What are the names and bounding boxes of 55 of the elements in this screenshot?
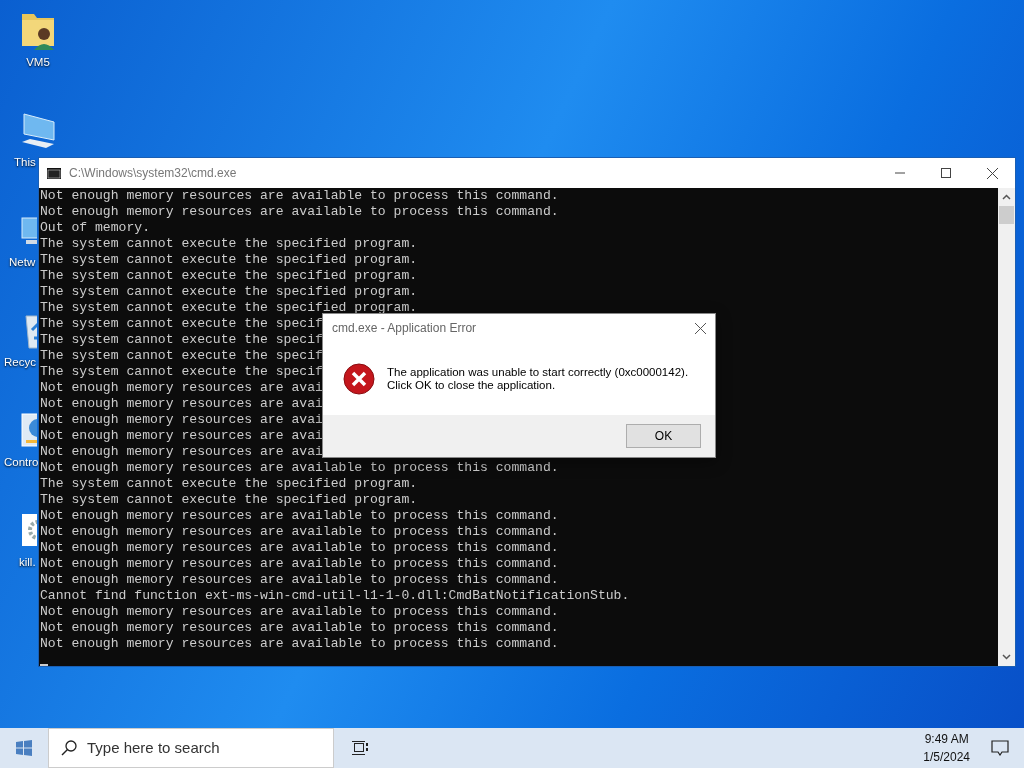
console-line: Not enough memory resources are avai [40,428,323,444]
console-line: Not enough memory resources are available to process this command. [40,556,559,572]
console-line: Not enough memory resources are available to process this command. [40,636,559,652]
search-icon [61,740,77,756]
desktop-icon-label[interactable]: Recyc [4,354,36,372]
task-view-icon [352,741,368,755]
close-icon [986,167,998,179]
console-line: Not enough memory resources are available to process this command. [40,508,559,524]
scroll-down-icon[interactable] [1002,654,1011,660]
console-line: The system cannot execute the specif [40,332,323,348]
window-title: C:\Windows\system32\cmd.exe [69,165,237,182]
console-line: Out of memory. [40,220,150,236]
console-line: The system cannot execute the specified program. [40,268,418,284]
scroll-up-icon[interactable] [1002,194,1011,200]
console-line: The system cannot execute the specif [40,316,323,332]
scrollbar-thumb[interactable] [999,206,1014,224]
console-line: Not enough memory resources are available to process this command. [40,524,559,540]
console-line: Not enough memory resources are available to process this command. [40,204,559,220]
desktop-icon-label[interactable]: Contro [4,454,39,472]
console-line: Not enough memory resources are available to process this command. [40,620,559,636]
close-icon [694,322,706,334]
console-line: Not enough memory resources are available to process this command. [40,572,559,588]
console-line: The system cannot execute the specified program. [40,284,418,300]
console-line: The system cannot execute the specified program. [40,236,418,252]
console-line: Not enough memory resources are avai [40,412,323,428]
console-line: Not enough memory resources are available to process this command. [40,460,559,476]
text-cursor [40,664,48,666]
search-field[interactable]: Type here to search [48,728,334,768]
console-line: Not enough memory resources are avai [40,380,323,396]
console-line: Not enough memory resources are avai [40,444,323,460]
console-line: The system cannot execute the specif [40,364,323,380]
clock[interactable]: 9:49 AM 1/5/2024 [923,730,970,766]
desktop-icon-label[interactable]: This [14,154,36,172]
console-line: The system cannot execute the specif [40,348,323,364]
error-icon [343,362,375,395]
console-line: Not enough memory resources are avai [40,396,323,412]
desktop-icon-label[interactable]: VM5 [26,54,50,72]
console-line: The system cannot execute the specified program. [40,252,418,268]
console-line: Not enough memory resources are available to process this command. [40,540,559,556]
console-line: The system cannot execute the specified program. [40,476,418,492]
error-message: The application was unable to start correctly (0xc0000142). Click OK to close the application. [387,365,689,392]
dialog-title: cmd.exe - Application Error [332,320,477,337]
console-line: Not enough memory resources are available to process this command. [40,188,559,204]
console-line: The system cannot execute the specified program. [40,300,418,316]
ok-button[interactable]: OK [626,424,701,448]
console-icon [47,167,61,179]
desktop-icon-label[interactable]: kill. [19,554,36,572]
windows-logo-icon [16,740,32,756]
desktop-icon-label[interactable]: Netw [9,254,36,272]
console-line: Cannot find function ext-ms-win-cmd-util-l1-1-0.dll:CmdBatNotificationStub. [40,588,630,604]
console-line: Not enough memory resources are available to process this command. [40,604,559,620]
scrollbar[interactable] [998,188,1015,666]
maximize-icon [941,168,951,178]
console-line: The system cannot execute the specified program. [40,492,418,508]
speech-bubble-icon [991,740,1009,756]
